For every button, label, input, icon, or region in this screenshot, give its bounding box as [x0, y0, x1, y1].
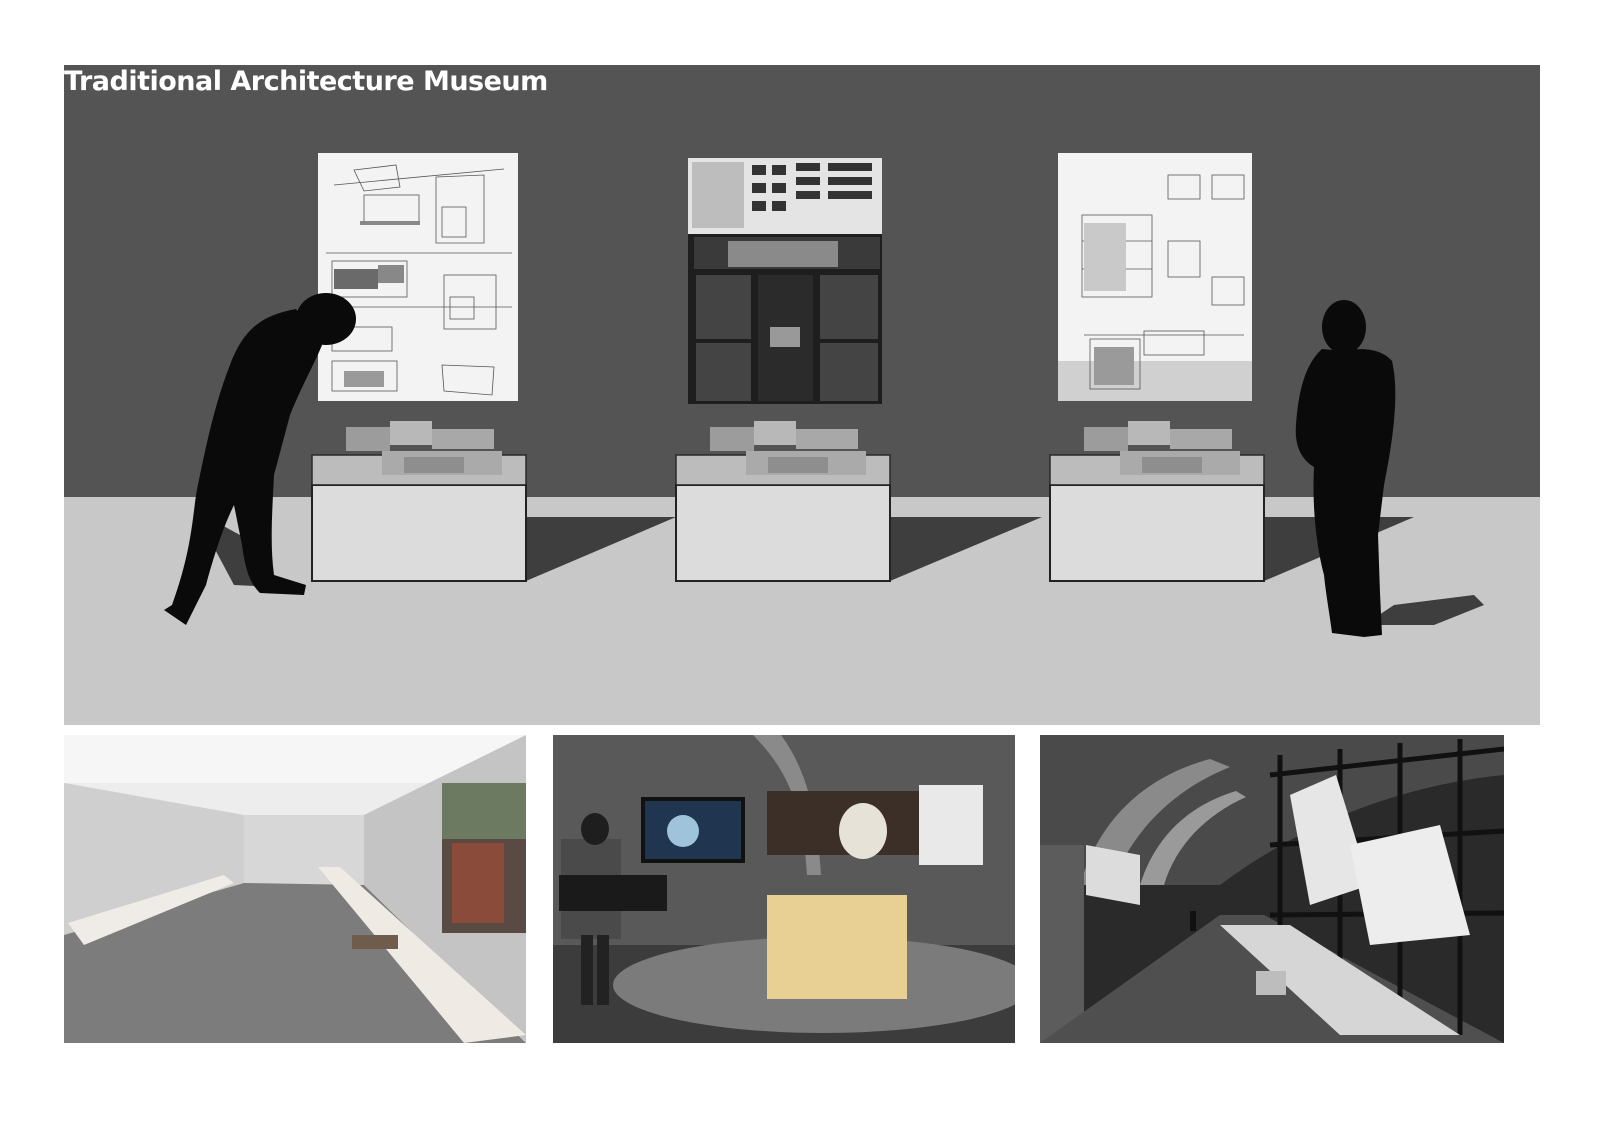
exhibition-scene [164, 153, 1484, 637]
panel-sections [1058, 153, 1252, 401]
pedestal-shadow-center [890, 517, 1042, 581]
pedestal-left [311, 421, 527, 582]
photo-vaulted-corridor [1040, 735, 1504, 1043]
photo-media-exhibit [553, 735, 1015, 1043]
visitor-standing [1295, 300, 1484, 637]
panel-drawings [688, 158, 882, 404]
panel-plans [318, 153, 518, 401]
vaulted-corridor-photo-icon [1040, 735, 1504, 1043]
pedestal-right [1049, 421, 1265, 582]
pedestal-shadow-left [526, 517, 676, 581]
exhibition-render: Traditional Architecture Museum [64, 65, 1540, 725]
pedestal-center [675, 421, 891, 582]
gallery-hall-photo-icon [64, 735, 526, 1043]
photo-gallery-hall [64, 735, 526, 1043]
media-exhibit-photo-icon [553, 735, 1015, 1043]
